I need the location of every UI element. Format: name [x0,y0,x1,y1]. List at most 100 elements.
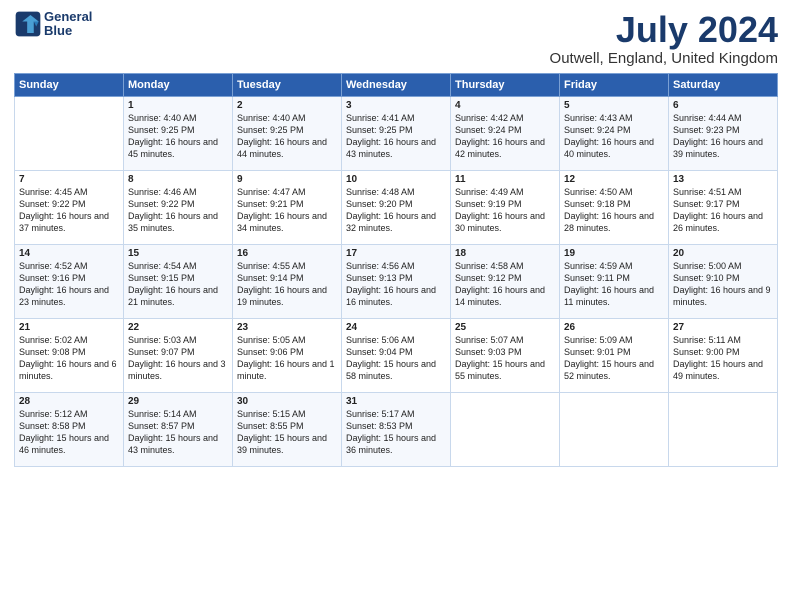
day-number: 25 [455,322,555,333]
header-day: Thursday [451,73,560,96]
calendar-week-row: 14Sunrise: 4:52 AMSunset: 9:16 PMDayligh… [15,244,778,318]
cell-line: Sunrise: 5:12 AM [19,408,119,420]
day-number: 8 [128,174,228,185]
day-number: 2 [237,100,337,111]
cell-line: Sunset: 9:16 PM [19,272,119,284]
cell-line: Sunrise: 4:41 AM [346,112,446,124]
cell-content: 29Sunrise: 5:14 AMSunset: 8:57 PMDayligh… [128,396,228,457]
calendar-cell: 10Sunrise: 4:48 AMSunset: 9:20 PMDayligh… [342,170,451,244]
cell-line: Sunset: 9:10 PM [673,272,773,284]
calendar-cell: 13Sunrise: 4:51 AMSunset: 9:17 PMDayligh… [669,170,778,244]
calendar-cell: 17Sunrise: 4:56 AMSunset: 9:13 PMDayligh… [342,244,451,318]
cell-content: 12Sunrise: 4:50 AMSunset: 9:18 PMDayligh… [564,174,664,235]
cell-line: Daylight: 16 hours and 11 minutes. [564,284,664,308]
calendar-cell: 22Sunrise: 5:03 AMSunset: 9:07 PMDayligh… [124,318,233,392]
day-number: 29 [128,396,228,407]
logo-line1: General [44,10,92,24]
cell-line: Sunrise: 4:43 AM [564,112,664,124]
cell-line: Daylight: 16 hours and 43 minutes. [346,136,446,160]
calendar-cell: 16Sunrise: 4:55 AMSunset: 9:14 PMDayligh… [233,244,342,318]
calendar-cell: 14Sunrise: 4:52 AMSunset: 9:16 PMDayligh… [15,244,124,318]
cell-line: Daylight: 15 hours and 46 minutes. [19,432,119,456]
cell-content: 26Sunrise: 5:09 AMSunset: 9:01 PMDayligh… [564,322,664,383]
cell-line: Daylight: 16 hours and 34 minutes. [237,210,337,234]
cell-line: Sunset: 9:07 PM [128,346,228,358]
calendar-cell: 1Sunrise: 4:40 AMSunset: 9:25 PMDaylight… [124,96,233,170]
calendar-week-row: 1Sunrise: 4:40 AMSunset: 9:25 PMDaylight… [15,96,778,170]
subtitle: Outwell, England, United Kingdom [550,50,778,67]
cell-line: Sunrise: 4:48 AM [346,186,446,198]
calendar-cell: 30Sunrise: 5:15 AMSunset: 8:55 PMDayligh… [233,392,342,466]
cell-content: 9Sunrise: 4:47 AMSunset: 9:21 PMDaylight… [237,174,337,235]
cell-line: Daylight: 15 hours and 36 minutes. [346,432,446,456]
cell-content: 14Sunrise: 4:52 AMSunset: 9:16 PMDayligh… [19,248,119,309]
calendar-cell: 26Sunrise: 5:09 AMSunset: 9:01 PMDayligh… [560,318,669,392]
cell-line: Daylight: 16 hours and 21 minutes. [128,284,228,308]
cell-line: Sunrise: 5:11 AM [673,334,773,346]
cell-content: 18Sunrise: 4:58 AMSunset: 9:12 PMDayligh… [455,248,555,309]
cell-line: Sunset: 9:24 PM [455,124,555,136]
cell-content: 27Sunrise: 5:11 AMSunset: 9:00 PMDayligh… [673,322,773,383]
day-number: 5 [564,100,664,111]
day-number: 22 [128,322,228,333]
cell-line: Daylight: 16 hours and 28 minutes. [564,210,664,234]
calendar-week-row: 21Sunrise: 5:02 AMSunset: 9:08 PMDayligh… [15,318,778,392]
day-number: 26 [564,322,664,333]
cell-line: Sunset: 9:13 PM [346,272,446,284]
calendar-cell [669,392,778,466]
calendar-cell: 19Sunrise: 4:59 AMSunset: 9:11 PMDayligh… [560,244,669,318]
cell-line: Sunrise: 4:59 AM [564,260,664,272]
cell-line: Sunset: 9:22 PM [19,198,119,210]
day-number: 18 [455,248,555,259]
day-number: 1 [128,100,228,111]
cell-line: Sunrise: 4:47 AM [237,186,337,198]
cell-content: 21Sunrise: 5:02 AMSunset: 9:08 PMDayligh… [19,322,119,383]
cell-content: 7Sunrise: 4:45 AMSunset: 9:22 PMDaylight… [19,174,119,235]
calendar-cell: 12Sunrise: 4:50 AMSunset: 9:18 PMDayligh… [560,170,669,244]
cell-content: 31Sunrise: 5:17 AMSunset: 8:53 PMDayligh… [346,396,446,457]
cell-content: 19Sunrise: 4:59 AMSunset: 9:11 PMDayligh… [564,248,664,309]
cell-line: Sunset: 9:20 PM [346,198,446,210]
cell-line: Sunset: 9:18 PM [564,198,664,210]
calendar-cell: 25Sunrise: 5:07 AMSunset: 9:03 PMDayligh… [451,318,560,392]
cell-content: 2Sunrise: 4:40 AMSunset: 9:25 PMDaylight… [237,100,337,161]
calendar-cell: 23Sunrise: 5:05 AMSunset: 9:06 PMDayligh… [233,318,342,392]
cell-line: Sunrise: 5:07 AM [455,334,555,346]
cell-line: Sunrise: 4:52 AM [19,260,119,272]
cell-content: 17Sunrise: 4:56 AMSunset: 9:13 PMDayligh… [346,248,446,309]
calendar-cell: 18Sunrise: 4:58 AMSunset: 9:12 PMDayligh… [451,244,560,318]
cell-line: Daylight: 16 hours and 1 minute. [237,358,337,382]
cell-line: Sunrise: 4:50 AM [564,186,664,198]
cell-line: Sunrise: 4:44 AM [673,112,773,124]
cell-line: Sunset: 9:11 PM [564,272,664,284]
logo-text: General Blue [44,10,92,39]
cell-line: Sunrise: 5:03 AM [128,334,228,346]
cell-line: Sunset: 9:01 PM [564,346,664,358]
cell-content: 13Sunrise: 4:51 AMSunset: 9:17 PMDayligh… [673,174,773,235]
calendar-cell: 2Sunrise: 4:40 AMSunset: 9:25 PMDaylight… [233,96,342,170]
cell-line: Sunrise: 4:49 AM [455,186,555,198]
cell-line: Sunrise: 5:15 AM [237,408,337,420]
header: General Blue July 2024 Outwell, England,… [14,10,778,67]
header-day: Friday [560,73,669,96]
cell-content: 3Sunrise: 4:41 AMSunset: 9:25 PMDaylight… [346,100,446,161]
day-number: 13 [673,174,773,185]
cell-line: Daylight: 16 hours and 9 minutes. [673,284,773,308]
cell-line: Sunset: 8:55 PM [237,420,337,432]
cell-line: Daylight: 16 hours and 16 minutes. [346,284,446,308]
logo-icon [14,10,42,38]
cell-line: Sunset: 9:12 PM [455,272,555,284]
calendar-cell: 9Sunrise: 4:47 AMSunset: 9:21 PMDaylight… [233,170,342,244]
day-number: 28 [19,396,119,407]
cell-line: Sunrise: 5:06 AM [346,334,446,346]
cell-line: Daylight: 16 hours and 44 minutes. [237,136,337,160]
cell-content: 10Sunrise: 4:48 AMSunset: 9:20 PMDayligh… [346,174,446,235]
cell-line: Daylight: 15 hours and 55 minutes. [455,358,555,382]
calendar-table: SundayMondayTuesdayWednesdayThursdayFrid… [14,73,778,467]
cell-line: Sunrise: 4:45 AM [19,186,119,198]
cell-content: 16Sunrise: 4:55 AMSunset: 9:14 PMDayligh… [237,248,337,309]
title-area: July 2024 Outwell, England, United Kingd… [550,10,778,67]
cell-line: Sunrise: 4:56 AM [346,260,446,272]
calendar-cell: 28Sunrise: 5:12 AMSunset: 8:58 PMDayligh… [15,392,124,466]
header-day: Tuesday [233,73,342,96]
